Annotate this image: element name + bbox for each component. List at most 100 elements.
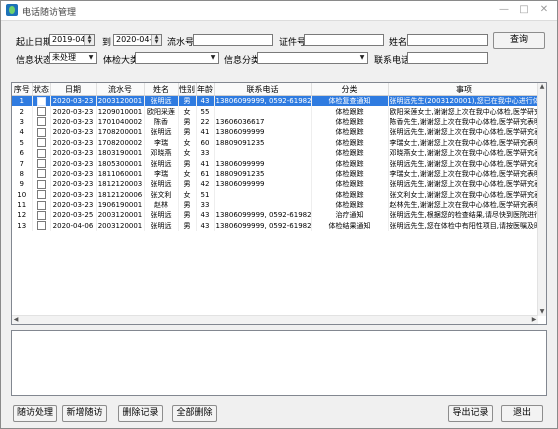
table-row[interactable]: 3 2020-03-23 1701040002 陈香男 22 13606036617 体检跟… — [12, 116, 541, 128]
age-cell: 22 — [196, 116, 215, 128]
status-cell — [32, 210, 51, 221]
status-checkbox[interactable] — [36, 200, 46, 210]
sex-cell: 女 — [178, 168, 197, 180]
add-followup-button[interactable]: 新增随访 — [62, 405, 107, 422]
scroll-down-icon[interactable]: ▼ — [538, 308, 546, 316]
table-row[interactable]: 9 2020-03-23 1812120003 张明远男 42 13806099999 体检… — [12, 179, 541, 190]
date-cell: 2020-03-23 — [50, 158, 97, 169]
table-row[interactable]: 10 2020-03-23 1812120006 张文利女 51 体检跟踪 张文利女士,谢谢… — [12, 189, 541, 200]
table-row[interactable]: 7 2020-03-23 1805300001 张明远男 41 13806099999 体检… — [12, 158, 541, 169]
status-checkbox[interactable] — [36, 221, 46, 231]
close-button[interactable]: ✕ — [535, 3, 553, 17]
status-cell — [32, 137, 51, 148]
column-header[interactable]: 流水号 — [96, 83, 145, 96]
table-row[interactable]: 1 2020-03-23 2003120001 张明远男 43 13806099999, … — [12, 95, 541, 107]
item-cell: 张明远先生,谢谢您上次在我中心体检,医学研究表明普通人 — [388, 127, 541, 138]
item-cell: 张明远先生,谢谢您上次在我中心体检,医学研究表明普通人 — [388, 179, 541, 190]
status-checkbox[interactable] — [36, 148, 46, 158]
delete-all-button[interactable]: 全部删除 — [172, 405, 217, 422]
exit-button[interactable]: 退出 — [501, 405, 543, 422]
age-cell: 55 — [196, 106, 215, 117]
date-from-picker[interactable]: 2019-04-06 ▲ ▼ — [49, 34, 95, 46]
serial-input[interactable] — [193, 34, 273, 46]
query-button[interactable]: 查询 — [493, 32, 545, 49]
scroll-left-icon[interactable]: ◀ — [12, 316, 20, 324]
horizontal-scrollbar[interactable]: ◀ ▶ — [12, 315, 538, 324]
name-input[interactable] — [407, 34, 488, 46]
detail-textarea[interactable] — [11, 330, 547, 396]
date-cell: 2020-03-23 — [50, 179, 97, 190]
table-row[interactable]: 5 2020-03-23 1708200002 李瑞女 60 18809091235 体检跟… — [12, 137, 541, 148]
maximize-button[interactable]: □ — [515, 3, 533, 17]
phone-input[interactable] — [407, 52, 488, 64]
name-cell: 陈香 — [144, 116, 179, 128]
category-cell: 体检跟踪 — [311, 168, 389, 180]
row-number: 11 — [12, 199, 33, 211]
age-cell: 43 — [196, 220, 215, 232]
table-row[interactable]: 8 2020-03-23 1811060001 李瑞女 61 18809091235 体检跟… — [12, 168, 541, 180]
serial-cell: 1906190001 — [96, 199, 145, 211]
id-number-input[interactable] — [304, 34, 384, 46]
phone-cell: 13806099999 — [214, 158, 312, 169]
table-row[interactable]: 6 2020-03-23 1803190001 邓晓燕女 33 体检跟踪 邓晓燕女士,谢谢您… — [12, 147, 541, 159]
item-cell: 欧阳采莲女士,谢谢您上次在我中心体检,医学研究表明普通 — [388, 106, 541, 117]
scroll-up-icon[interactable]: ▲ — [538, 83, 546, 91]
chevron-down-icon: ▼ — [88, 54, 94, 61]
date-cell: 2020-03-23 — [50, 137, 97, 148]
export-button[interactable]: 导出记录 — [448, 405, 493, 422]
delete-record-button[interactable]: 删除记录 — [118, 405, 163, 422]
column-header[interactable]: 姓名 — [144, 83, 179, 96]
row-number: 5 — [12, 137, 33, 148]
vertical-scrollbar[interactable]: ▲ ▼ — [537, 83, 546, 316]
phone-cell — [214, 189, 312, 200]
table-row[interactable]: 13 2020-04-06 2003120001 张明远男 43 13806099999,… — [12, 220, 541, 232]
age-cell: 43 — [196, 210, 215, 221]
column-header[interactable]: 事项 — [388, 83, 541, 96]
title-bar: 电话随访管理 — □ ✕ — [1, 1, 557, 21]
column-header[interactable]: 序号 — [12, 83, 33, 96]
row-number: 12 — [12, 210, 33, 221]
status-checkbox[interactable] — [36, 107, 46, 117]
status-checkbox[interactable] — [36, 179, 46, 189]
table-header: 序号 状态 日期 流水号 姓名 性别 年龄 联系电话 分类 事项 — [12, 83, 541, 96]
date-from-spin[interactable]: ▲ ▼ — [84, 35, 94, 45]
sex-cell: 女 — [178, 106, 197, 117]
serial-cell: 1708200002 — [96, 137, 145, 148]
column-header[interactable]: 日期 — [50, 83, 97, 96]
column-header[interactable]: 联系电话 — [214, 83, 312, 96]
age-cell: 60 — [196, 137, 215, 148]
status-checkbox[interactable] — [36, 169, 46, 179]
status-select[interactable]: 未处理 ▼ — [49, 52, 97, 64]
followup-button[interactable]: 随访处理 — [13, 405, 57, 422]
item-cell: 张明远先生,您在体检中有阳性项目,请按医嘱及时到我 — [388, 220, 541, 232]
column-header[interactable]: 状态 — [32, 83, 51, 96]
column-header[interactable]: 分类 — [311, 83, 389, 96]
status-checkbox[interactable] — [36, 127, 46, 137]
status-checkbox[interactable] — [36, 210, 46, 220]
status-cell — [32, 127, 51, 138]
scroll-right-icon[interactable]: ▶ — [530, 316, 538, 324]
date-to-picker[interactable]: 2020-04-06 ▲ ▼ — [113, 34, 162, 46]
status-checkbox[interactable] — [36, 96, 46, 106]
status-checkbox[interactable] — [36, 138, 46, 148]
column-header[interactable]: 年龄 — [196, 83, 215, 96]
name-cell: 张明远 — [144, 210, 179, 221]
sex-cell: 男 — [178, 116, 197, 128]
table-row[interactable]: 11 2020-03-23 1906190001 赵林男 33 体检跟踪 赵林先生,谢谢您上… — [12, 199, 541, 211]
date-cell: 2020-03-23 — [50, 147, 97, 159]
info-category-select[interactable]: ▼ — [257, 52, 368, 64]
table-row[interactable]: 4 2020-03-23 1708200001 张明远男 41 13806099999 体检… — [12, 127, 541, 138]
status-checkbox[interactable] — [36, 190, 46, 200]
table-row[interactable]: 12 2020-03-25 2003120001 张明远男 43 13806099999,… — [12, 210, 541, 221]
date-to-spin[interactable]: ▲ ▼ — [151, 35, 161, 45]
status-checkbox[interactable] — [36, 159, 46, 169]
minimize-button[interactable]: — — [495, 3, 513, 17]
row-number: 4 — [12, 127, 33, 138]
status-checkbox[interactable] — [36, 117, 46, 127]
exam-category-select[interactable]: ▼ — [135, 52, 219, 64]
followup-table[interactable]: 序号 状态 日期 流水号 姓名 性别 年龄 联系电话 分类 事项 1 2020-03-23 20031… — [11, 82, 547, 325]
table-row[interactable]: 2 2020-03-23 1209010001 欧阳采莲女 55 体检跟踪 欧阳采莲女士,谢… — [12, 106, 541, 117]
phone-cell — [214, 199, 312, 211]
column-header[interactable]: 性别 — [178, 83, 197, 96]
name-cell: 李瑞 — [144, 137, 179, 148]
